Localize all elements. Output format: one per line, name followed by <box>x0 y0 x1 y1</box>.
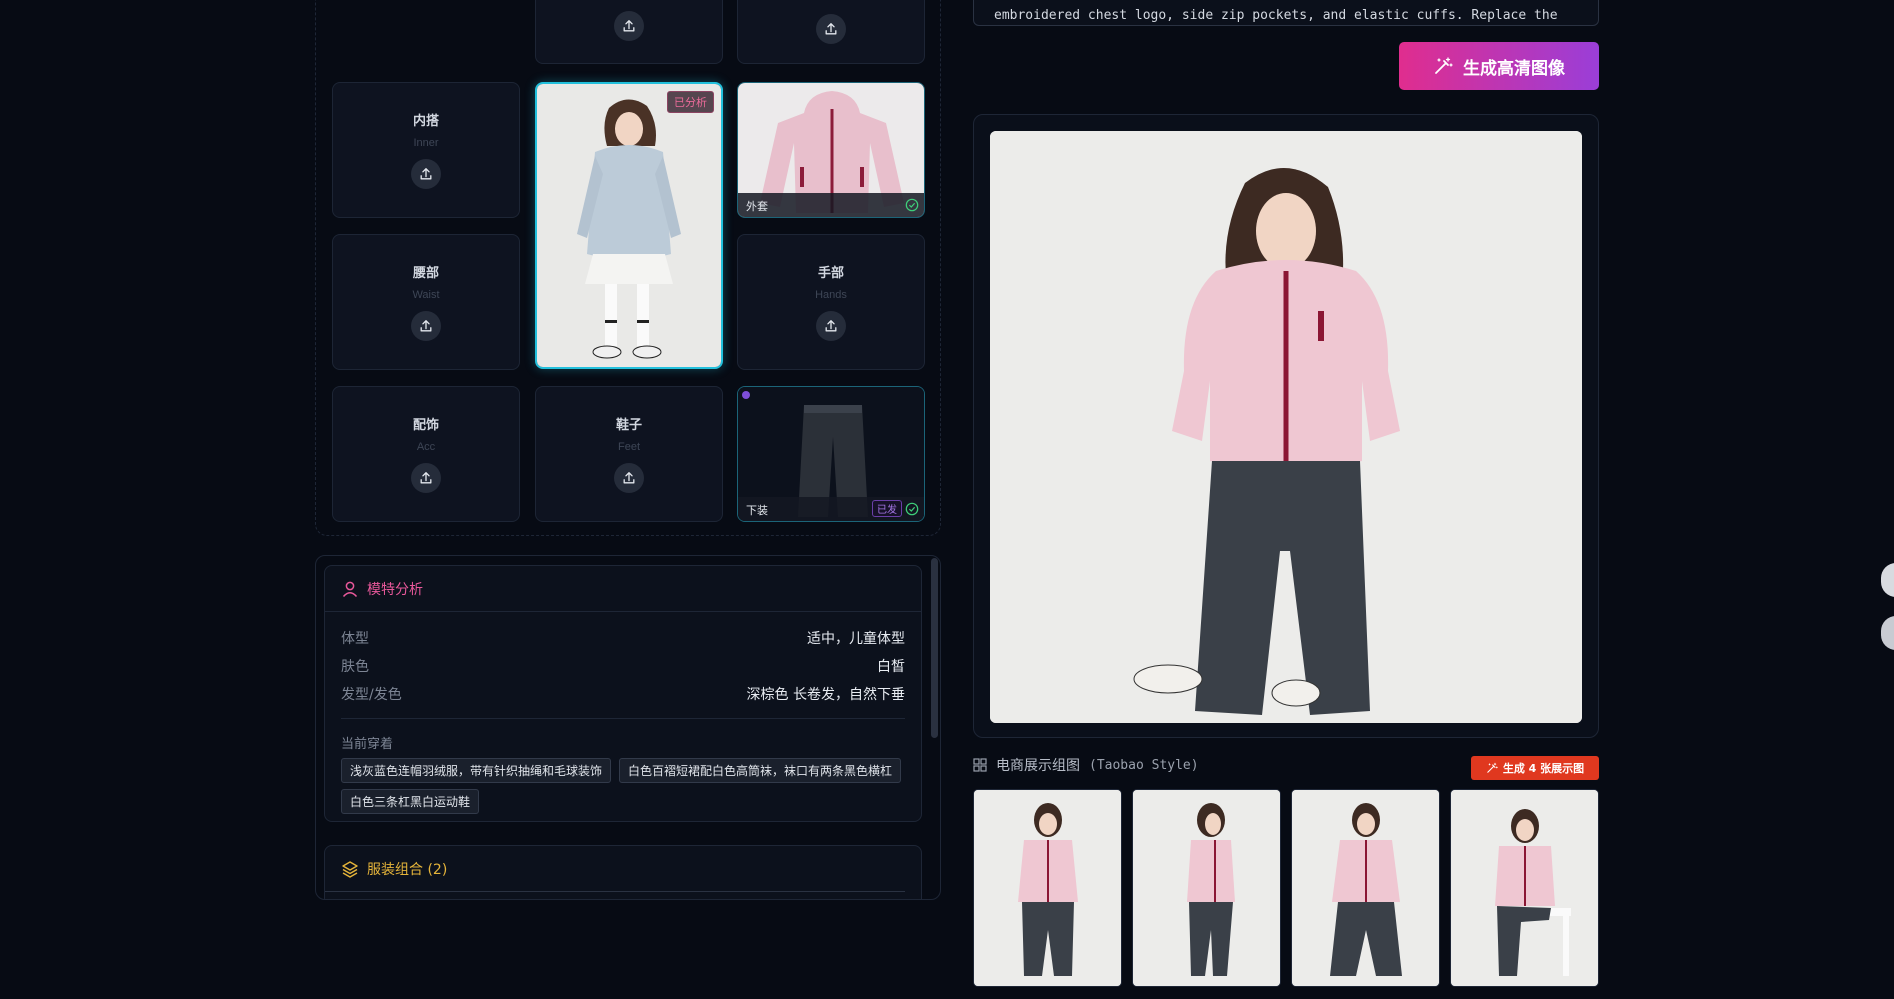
slot-sublabel: Waist <box>412 289 440 301</box>
analysis-row: 发型/发色 深棕色 长卷发，自然下垂 <box>325 680 921 708</box>
grid-icon <box>973 758 987 772</box>
slot-caption: 外套 <box>738 193 924 217</box>
analyzed-badge: 已分析 <box>667 91 714 113</box>
slot-acc[interactable]: 配饰 Acc <box>332 386 520 522</box>
gallery-thumbnail[interactable] <box>1132 789 1281 987</box>
card-title: 服装组合 (2) <box>367 861 448 878</box>
gallery-title: 电商展示组图 <box>996 758 1080 774</box>
thumbnail-image <box>1133 790 1280 986</box>
floating-action-button[interactable] <box>1881 563 1894 597</box>
upload-icon[interactable] <box>816 14 846 44</box>
generate-hd-button[interactable]: 生成高清图像 <box>1399 42 1599 90</box>
preview-panel <box>973 114 1599 738</box>
status-dot <box>742 391 750 399</box>
slot-sublabel: Acc <box>416 441 436 453</box>
gallery-subtitle: (Taobao Style) <box>1089 757 1199 773</box>
user-icon <box>342 581 358 597</box>
slot-label: 内搭 <box>412 114 439 129</box>
row-key: 发型/发色 <box>341 687 402 703</box>
upload-icon[interactable] <box>614 11 644 41</box>
outfit-tag: 浅灰蓝色连帽羽绒服，带有针织抽绳和毛球装饰 <box>341 758 612 783</box>
outfit-tag: 白色百褶短裙配白色高筒袜，袜口有两条黑色横杠 <box>619 758 902 783</box>
model-photo-slot[interactable]: 已分析 <box>535 82 723 369</box>
gallery-thumbnail[interactable] <box>1450 789 1599 987</box>
upload-icon[interactable] <box>816 311 846 341</box>
model-analysis-card: 模特分析 体型 适中，儿童体型 肤色 白皙 发型/发色 深棕色 长卷发，自然下垂 当前… <box>324 565 922 822</box>
generate-gallery-button[interactable]: 生成 4 张展示图 <box>1471 756 1599 780</box>
current-outfit-label: 当前穿着 <box>341 737 394 752</box>
slot-sublabel: Hands <box>815 289 847 301</box>
slot-waist[interactable]: 腰部 Waist <box>332 234 520 370</box>
card-header[interactable]: 服装组合 (2) <box>325 846 905 892</box>
outfit-combo-card[interactable]: 服装组合 (2) <box>324 845 922 899</box>
prompt-text: embroidered chest logo, side zip pockets… <box>994 8 1558 23</box>
slot-label: 配饰 <box>412 418 439 433</box>
row-value: 适中，儿童体型 <box>807 631 905 647</box>
slot-inner[interactable]: 内搭 Inner <box>332 82 520 218</box>
check-circle-icon <box>905 502 919 516</box>
analysis-panel: 模特分析 体型 适中，儿童体型 肤色 白皙 发型/发色 深棕色 长卷发，自然下垂 当前… <box>315 555 941 900</box>
magic-wand-icon <box>1486 762 1498 774</box>
slot-feet[interactable]: 鞋子 Feet <box>535 386 723 522</box>
slot-top-right[interactable] <box>737 0 925 64</box>
thumbnail-image <box>1451 790 1598 986</box>
thumbnail-image <box>1292 790 1439 986</box>
gallery-thumbnail[interactable] <box>1291 789 1440 987</box>
row-value: 白皙 <box>877 659 905 675</box>
prompt-textarea[interactable]: embroidered chest logo, side zip pockets… <box>973 0 1599 26</box>
slot-label: 腰部 <box>412 266 439 281</box>
slot-sublabel: Feet <box>617 441 640 453</box>
upload-icon[interactable] <box>411 159 441 189</box>
upload-icon[interactable] <box>614 463 644 493</box>
model-photo <box>537 84 721 367</box>
row-key: 体型 <box>341 631 369 647</box>
slot-hands[interactable]: 手部 Hands <box>737 234 925 370</box>
slot-label: 鞋子 <box>615 418 642 433</box>
slot-outer[interactable]: 外套 <box>737 82 925 218</box>
card-title: 模特分析 <box>367 581 423 598</box>
gallery-thumbnail[interactable] <box>973 789 1122 987</box>
gallery-header: 电商展示组图 (Taobao Style) <box>973 755 1199 775</box>
outfit-tag: 白色三条杠黑白运动鞋 <box>341 789 480 814</box>
analysis-row: 肤色 白皙 <box>325 652 921 680</box>
layers-icon <box>342 860 358 878</box>
card-header: 模特分析 <box>325 566 921 612</box>
button-label: 生成高清图像 <box>1463 58 1565 79</box>
status-badge: 已发 <box>872 500 902 517</box>
generated-image[interactable] <box>990 131 1582 723</box>
scrollbar[interactable] <box>931 558 938 738</box>
upload-icon[interactable] <box>411 463 441 493</box>
check-circle-icon <box>905 198 919 212</box>
generated-image-figure <box>990 131 1582 723</box>
slot-label: 手部 <box>817 266 844 281</box>
outfit-tags: 浅灰蓝色连帽羽绒服，带有针织抽绳和毛球装饰 白色百褶短裙配白色高筒袜，袜口有两条… <box>325 758 921 814</box>
analysis-row: 体型 适中，儿童体型 <box>325 624 921 652</box>
slot-bottom[interactable]: 下装 已发 <box>737 386 925 522</box>
thumbnail-image <box>974 790 1121 986</box>
slot-top-middle[interactable] <box>535 0 723 64</box>
slot-sublabel: Inner <box>413 137 439 149</box>
row-key: 肤色 <box>341 659 369 675</box>
upload-icon[interactable] <box>411 311 441 341</box>
magic-wand-icon <box>1433 56 1453 76</box>
floating-action-button[interactable] <box>1881 616 1894 650</box>
row-value: 深棕色 长卷发，自然下垂 <box>746 687 905 703</box>
button-label: 生成 4 张展示图 <box>1502 762 1585 775</box>
